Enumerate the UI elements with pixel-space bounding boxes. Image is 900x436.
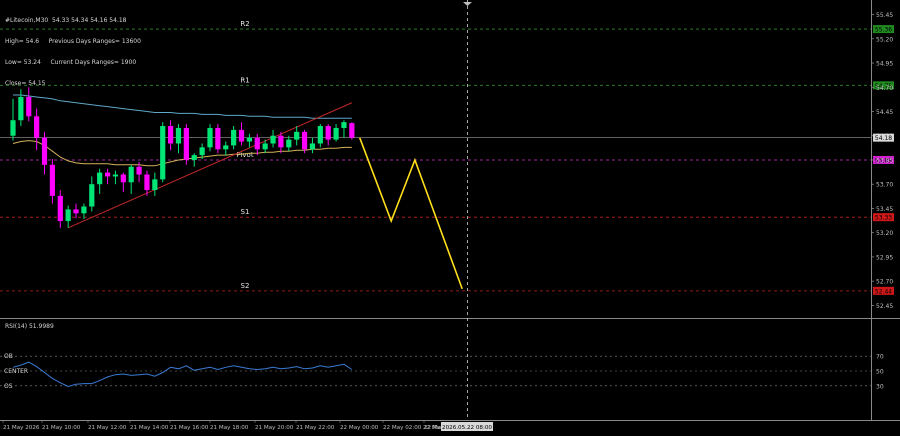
candle-bull bbox=[10, 120, 16, 136]
time-tick-label: 22 May 02:00 bbox=[383, 425, 422, 431]
candle-bull bbox=[97, 172, 103, 185]
candle-bull bbox=[199, 147, 205, 156]
candle-bull bbox=[294, 131, 300, 140]
candle-bull bbox=[270, 135, 276, 144]
time-tick-label: 21 May 12:00 bbox=[88, 425, 127, 431]
moving-averages bbox=[12, 94, 352, 167]
candle-bear bbox=[73, 209, 79, 214]
rsi-level-label-center: CENTER bbox=[4, 368, 28, 375]
candle-bull bbox=[207, 127, 213, 148]
time-tick-label: 21 May 22:00 bbox=[296, 425, 335, 431]
candle-bull bbox=[112, 174, 119, 177]
candle-bear bbox=[26, 96, 32, 117]
candle-bull bbox=[128, 166, 134, 183]
candle-bull bbox=[160, 126, 166, 180]
candle-bear bbox=[49, 164, 55, 196]
candle-bull bbox=[231, 129, 237, 146]
price-tick-label: 52.70 bbox=[876, 279, 893, 286]
time-tick-label: 21 May 20:00 bbox=[255, 425, 294, 431]
candle-bull bbox=[81, 206, 87, 214]
candle-bear bbox=[136, 166, 142, 175]
candle-bear bbox=[215, 127, 221, 150]
candle-bear bbox=[301, 131, 308, 150]
candle-bear bbox=[41, 137, 48, 165]
highlighted-time-label: 2026.05.22 08:00 bbox=[442, 425, 492, 431]
price-tick-label: 54.45 bbox=[876, 109, 893, 116]
rsi-line bbox=[12, 361, 353, 388]
rsi-level-label-ob: OB bbox=[4, 353, 13, 360]
candle-bull bbox=[286, 139, 292, 148]
candle-bear bbox=[325, 126, 331, 140]
candle-bear bbox=[238, 129, 245, 142]
candle-bear bbox=[144, 174, 150, 191]
rsi-pane: RSI(14) 51.9989 OB CENTER OS 70 50 30 bbox=[0, 323, 884, 390]
price-tick-label: 55.45 bbox=[876, 12, 893, 19]
candle-bull bbox=[152, 179, 158, 191]
rising-trendline bbox=[67, 102, 353, 229]
price-tick-label: 55.20 bbox=[876, 36, 893, 43]
level-label-r2: R2 bbox=[240, 20, 249, 28]
level-price-text-s1: 53.33 bbox=[875, 215, 892, 222]
candle-bull bbox=[317, 126, 323, 144]
level-price-text-r2: 55.36 bbox=[875, 27, 892, 34]
candle-bull bbox=[341, 122, 347, 128]
candle-bull bbox=[333, 127, 339, 140]
rsi-tick-label: 50 bbox=[876, 369, 884, 376]
price-axis: 55.4555.2054.9554.7054.4554.2053.9553.70… bbox=[0, 12, 894, 310]
time-tick-label: 21 May 10:00 bbox=[42, 425, 81, 431]
rsi-tick-label: 70 bbox=[876, 354, 884, 361]
candle-bull bbox=[18, 96, 24, 121]
trading-chart[interactable]: #Litecoin,M30 54.33 54.34 54.16 54.18 Hi… bbox=[0, 0, 900, 436]
time-tick-label: 21 May 2026 bbox=[3, 425, 40, 431]
time-marker-triangle bbox=[463, 2, 472, 6]
trendline-layer bbox=[67, 102, 353, 229]
price-tick-label: 53.95 bbox=[876, 157, 893, 164]
candle-bear bbox=[104, 172, 111, 177]
candle-bear bbox=[349, 123, 355, 138]
time-tick-label: 21 May 18:00 bbox=[210, 425, 249, 431]
ma-slow-line bbox=[13, 94, 352, 119]
pivot-levels: R255.36R154.75Pivot53.89S153.33S252.44 bbox=[0, 20, 894, 295]
projection-layer bbox=[358, 137, 463, 290]
candle-bear bbox=[168, 126, 174, 144]
price-tick-label: 54.70 bbox=[876, 85, 893, 92]
candle-bear bbox=[183, 127, 189, 160]
ma-fast-line bbox=[12, 140, 352, 167]
candle-bull bbox=[65, 209, 71, 222]
rsi-label: RSI(14) 51.9989 bbox=[5, 323, 54, 330]
projection-zigzag bbox=[358, 137, 463, 290]
level-label-s2: S2 bbox=[241, 282, 250, 290]
candle-bear bbox=[254, 137, 260, 150]
rsi-level-label-os: OS bbox=[4, 383, 13, 390]
candle-bull bbox=[309, 143, 316, 150]
candle-bull bbox=[175, 127, 182, 144]
candle-bull bbox=[191, 155, 197, 160]
level-price-text-s2: 52.44 bbox=[875, 288, 892, 295]
candle-bear bbox=[120, 174, 126, 183]
price-tick-label: 52.45 bbox=[876, 303, 893, 310]
candle-bull bbox=[246, 137, 252, 142]
candle-bear bbox=[278, 135, 284, 148]
current-price-text: 54.18 bbox=[875, 135, 892, 142]
candle-bull bbox=[262, 143, 268, 150]
time-axis: 21 May 2026 21 May 10:00 21 May 12:00 21 Ma… bbox=[2, 420, 493, 431]
price-tick-label: 52.95 bbox=[876, 254, 893, 261]
price-tick-label: 54.95 bbox=[876, 61, 893, 68]
candle-bull bbox=[89, 184, 95, 207]
time-tick-label: 22 May 00:00 bbox=[340, 425, 379, 431]
time-tick-label: 21 May 16:00 bbox=[170, 425, 209, 431]
price-tick-label: 53.45 bbox=[876, 206, 893, 213]
time-tick-label: 21 May 14:00 bbox=[130, 425, 169, 431]
time-tick-label-truncated: 22 Ma bbox=[423, 425, 440, 431]
level-label-s1: S1 bbox=[241, 208, 250, 216]
rsi-tick-label: 30 bbox=[876, 383, 884, 390]
level-label-r1: R1 bbox=[240, 76, 249, 84]
candle-bull bbox=[223, 145, 229, 150]
price-chart-canvas[interactable]: R255.36R154.75Pivot53.89S153.33S252.44 5… bbox=[0, 0, 900, 436]
candle-bear bbox=[34, 116, 40, 138]
price-tick-label: 53.70 bbox=[876, 182, 893, 189]
price-tick-label: 53.20 bbox=[876, 230, 893, 237]
candle-bear bbox=[57, 195, 63, 222]
